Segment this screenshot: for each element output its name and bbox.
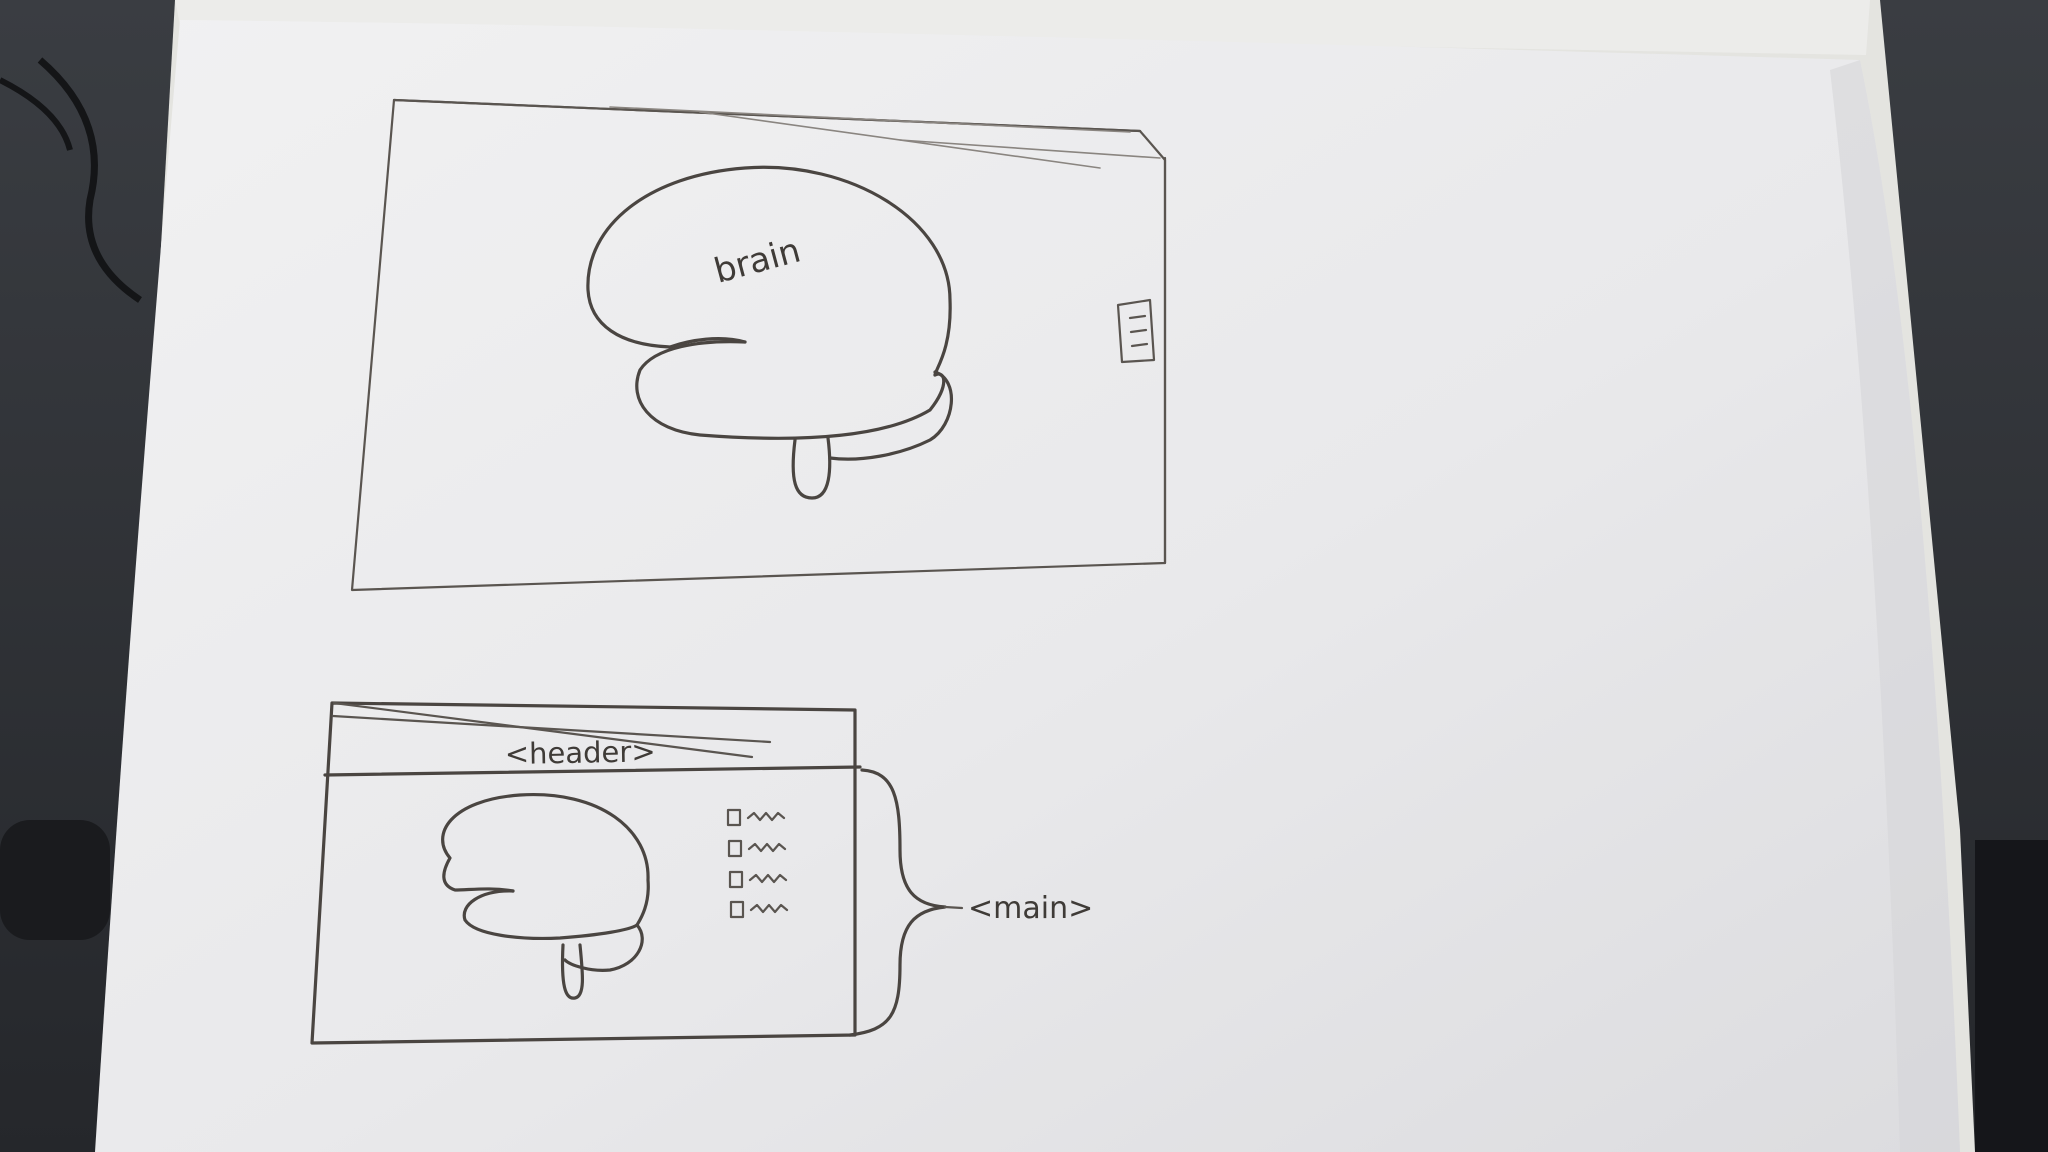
paper-sheet [95, 20, 1960, 1152]
header-label: <header> [505, 734, 656, 771]
notebook-photo: brain <header> item-1 [0, 0, 2048, 1152]
main-arrow [943, 905, 964, 910]
desk-object-right [1975, 840, 2048, 1152]
desk-object [0, 820, 110, 940]
main-label: <main> [968, 891, 1093, 926]
